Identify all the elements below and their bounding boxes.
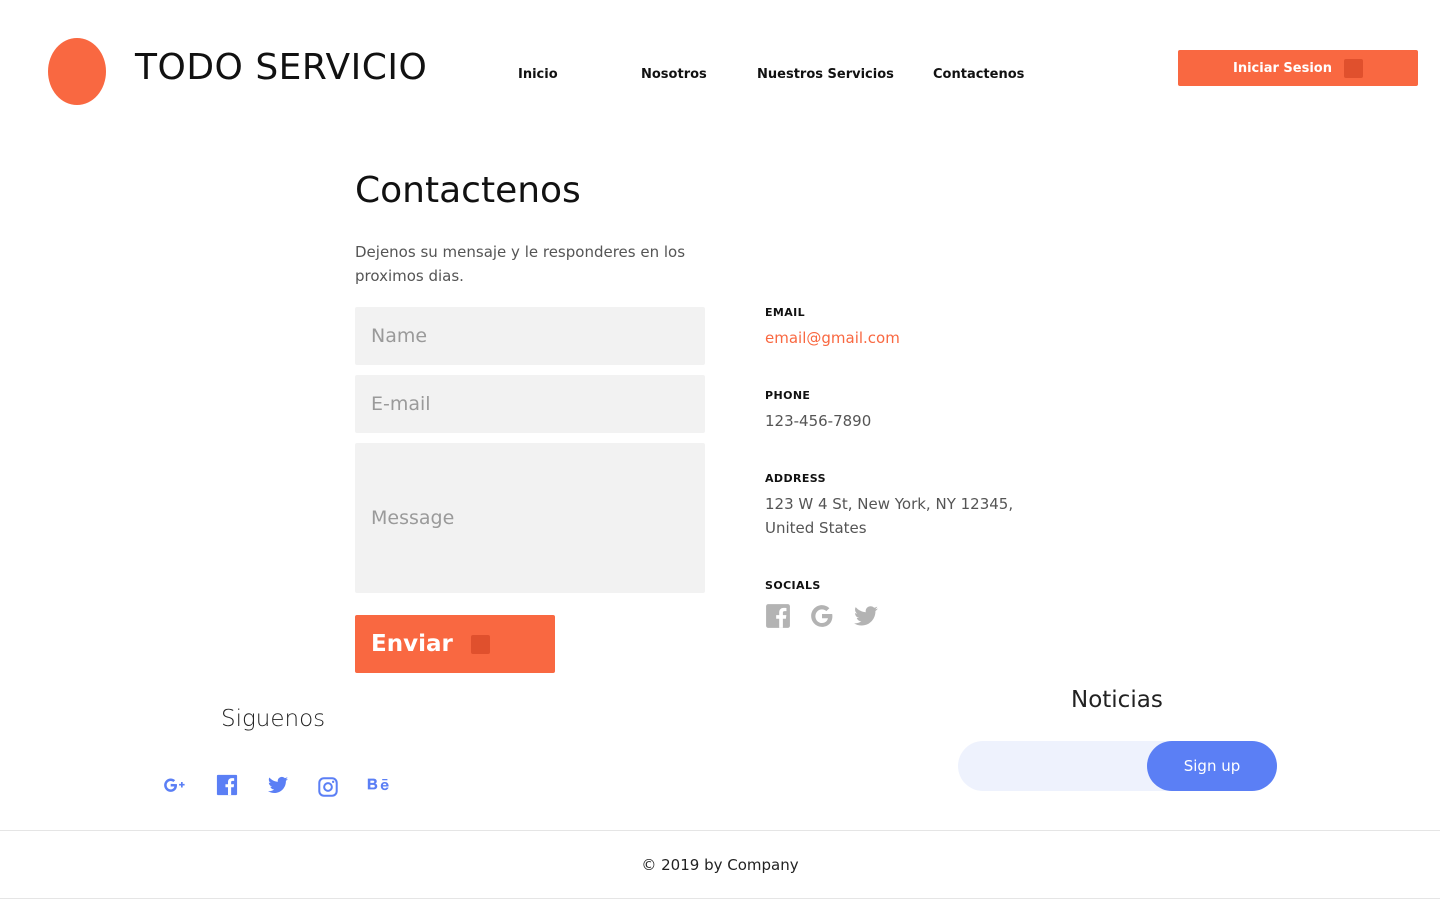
nav-item-nuestros-servicios[interactable]: Nuestros Servicios <box>757 66 894 84</box>
send-button[interactable]: Enviar <box>355 615 555 673</box>
address-label: ADDRESS <box>765 472 826 485</box>
login-button-icon <box>1343 58 1363 78</box>
login-button[interactable]: Iniciar Sesion <box>1178 50 1418 86</box>
socials-label: SOCIALS <box>765 579 821 592</box>
logo[interactable] <box>48 38 106 105</box>
phone-value: 123-456-7890 <box>765 412 872 430</box>
email-input[interactable] <box>355 375 705 433</box>
google-plus-icon[interactable] <box>163 773 187 797</box>
page-title: Contactenos <box>355 170 581 211</box>
address-line-2: United States <box>765 519 867 537</box>
newsletter-title: Noticias <box>1071 687 1163 713</box>
brand-name[interactable]: TODO SERVICIO <box>135 46 427 90</box>
twitter-icon[interactable] <box>266 773 290 797</box>
facebook-icon[interactable] <box>765 603 791 629</box>
send-button-label: Enviar <box>371 631 453 657</box>
phone-label: PHONE <box>765 389 811 402</box>
nav-item-contactenos[interactable]: Contactenos <box>933 66 1024 84</box>
signup-button[interactable]: Sign up <box>1147 741 1277 791</box>
nav-item-nosotros[interactable]: Nosotros <box>641 66 707 84</box>
twitter-icon[interactable] <box>853 603 879 629</box>
behance-icon[interactable] <box>367 773 391 797</box>
copyright-text: © 2019 by Company <box>641 856 799 874</box>
contact-subtitle: Dejenos su mensaje y le responderes en l… <box>355 243 686 285</box>
footer-divider-bottom <box>0 898 1440 899</box>
login-button-label: Iniciar Sesion <box>1233 60 1332 76</box>
facebook-icon[interactable] <box>215 773 239 797</box>
footer-divider-top <box>0 830 1440 831</box>
email-label: EMAIL <box>765 306 806 319</box>
send-button-icon <box>470 634 490 654</box>
instagram-icon[interactable] <box>316 775 340 799</box>
name-input[interactable] <box>355 307 705 365</box>
google-icon[interactable] <box>809 603 835 629</box>
email-value[interactable]: email@gmail.com <box>765 326 900 350</box>
follow-title: Siguenos <box>221 706 326 732</box>
address-line-1: 123 W 4 St, New York, NY 12345, <box>765 495 1014 513</box>
nav-item-inicio[interactable]: Inicio <box>518 66 558 84</box>
message-input[interactable] <box>355 443 705 593</box>
